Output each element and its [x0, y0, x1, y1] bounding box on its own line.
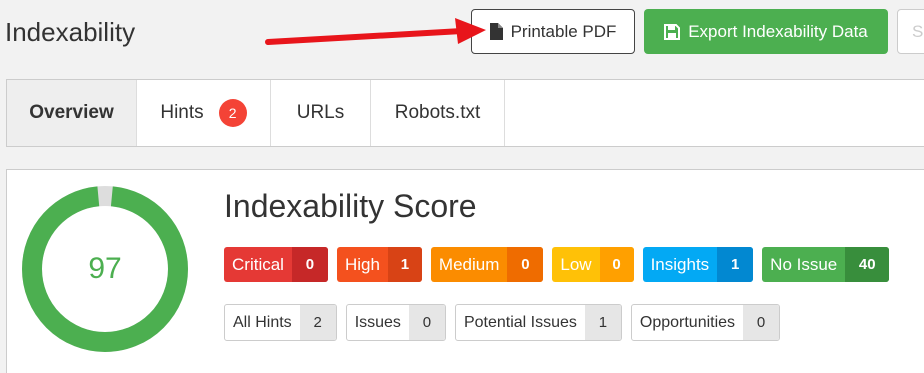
severity-critical[interactable]: Critical 0 [224, 247, 328, 282]
tab-robots-txt[interactable]: Robots.txt [371, 80, 505, 146]
severity-count: 0 [507, 247, 544, 282]
partial-button-label: S [912, 21, 924, 41]
filter-count: 2 [299, 305, 336, 340]
severity-label: Critical [232, 254, 284, 274]
severity-low[interactable]: Low 0 [552, 247, 634, 282]
severity-insights[interactable]: Insights 1 [642, 247, 754, 282]
document-icon [489, 23, 503, 40]
severity-label: No Issue [770, 254, 838, 274]
severity-label: Medium [438, 254, 500, 274]
severity-count: 0 [599, 247, 634, 282]
filter-label: Issues [354, 313, 401, 331]
severity-count: 1 [717, 247, 754, 282]
filter-potential-issues[interactable]: Potential Issues 1 [454, 304, 622, 341]
filter-count: 0 [408, 305, 445, 340]
filter-issues[interactable]: Issues 0 [345, 304, 446, 341]
printable-pdf-label: Printable PDF [510, 21, 617, 41]
floppy-disk-icon [664, 23, 681, 40]
page-title: Indexability [5, 17, 136, 47]
filter-all-hints[interactable]: All Hints 2 [224, 304, 337, 341]
severity-high[interactable]: High 1 [336, 247, 422, 282]
score-title: Indexability Score [224, 188, 477, 224]
tab-urls[interactable]: URLs [271, 80, 371, 146]
severity-count: 1 [387, 247, 422, 282]
hint-type-filters: All Hints 2 Issues 0 Potential Issues 1 … [224, 304, 781, 341]
severity-count: 40 [845, 247, 890, 282]
tab-overview-label: Overview [29, 102, 114, 123]
filter-count: 1 [584, 305, 621, 340]
tab-robots-txt-label: Robots.txt [394, 102, 481, 123]
tab-hints-label: Hints [160, 102, 204, 123]
severity-label: Low [560, 254, 592, 274]
filter-count: 0 [743, 305, 780, 340]
severity-label: Insights [650, 254, 710, 274]
severity-count: 0 [291, 247, 328, 282]
tab-urls-label: URLs [296, 102, 345, 123]
filter-label: All Hints [233, 313, 292, 331]
export-indexability-data-button[interactable]: Export Indexability Data [644, 9, 888, 54]
severity-label: High [344, 254, 380, 274]
tab-bar: Overview Hints 2 URLs Robots.txt [6, 79, 924, 147]
severity-filters: Critical 0 High 1 Medium 0 Low 0 Insight… [224, 247, 890, 282]
severity-no-issue[interactable]: No Issue 40 [762, 247, 890, 282]
printable-pdf-button[interactable]: Printable PDF [471, 9, 635, 54]
filter-opportunities[interactable]: Opportunities 0 [630, 304, 781, 341]
partially-visible-button[interactable]: S [897, 9, 924, 54]
filter-label: Opportunities [639, 313, 736, 331]
filter-label: Potential Issues [463, 313, 577, 331]
tab-hints[interactable]: Hints 2 [137, 80, 271, 146]
score-value: 97 [88, 252, 122, 285]
tab-overview[interactable]: Overview [7, 80, 137, 146]
export-label: Export Indexability Data [688, 21, 868, 41]
severity-medium[interactable]: Medium 0 [430, 247, 544, 282]
hints-count-badge: 2 [218, 99, 247, 127]
